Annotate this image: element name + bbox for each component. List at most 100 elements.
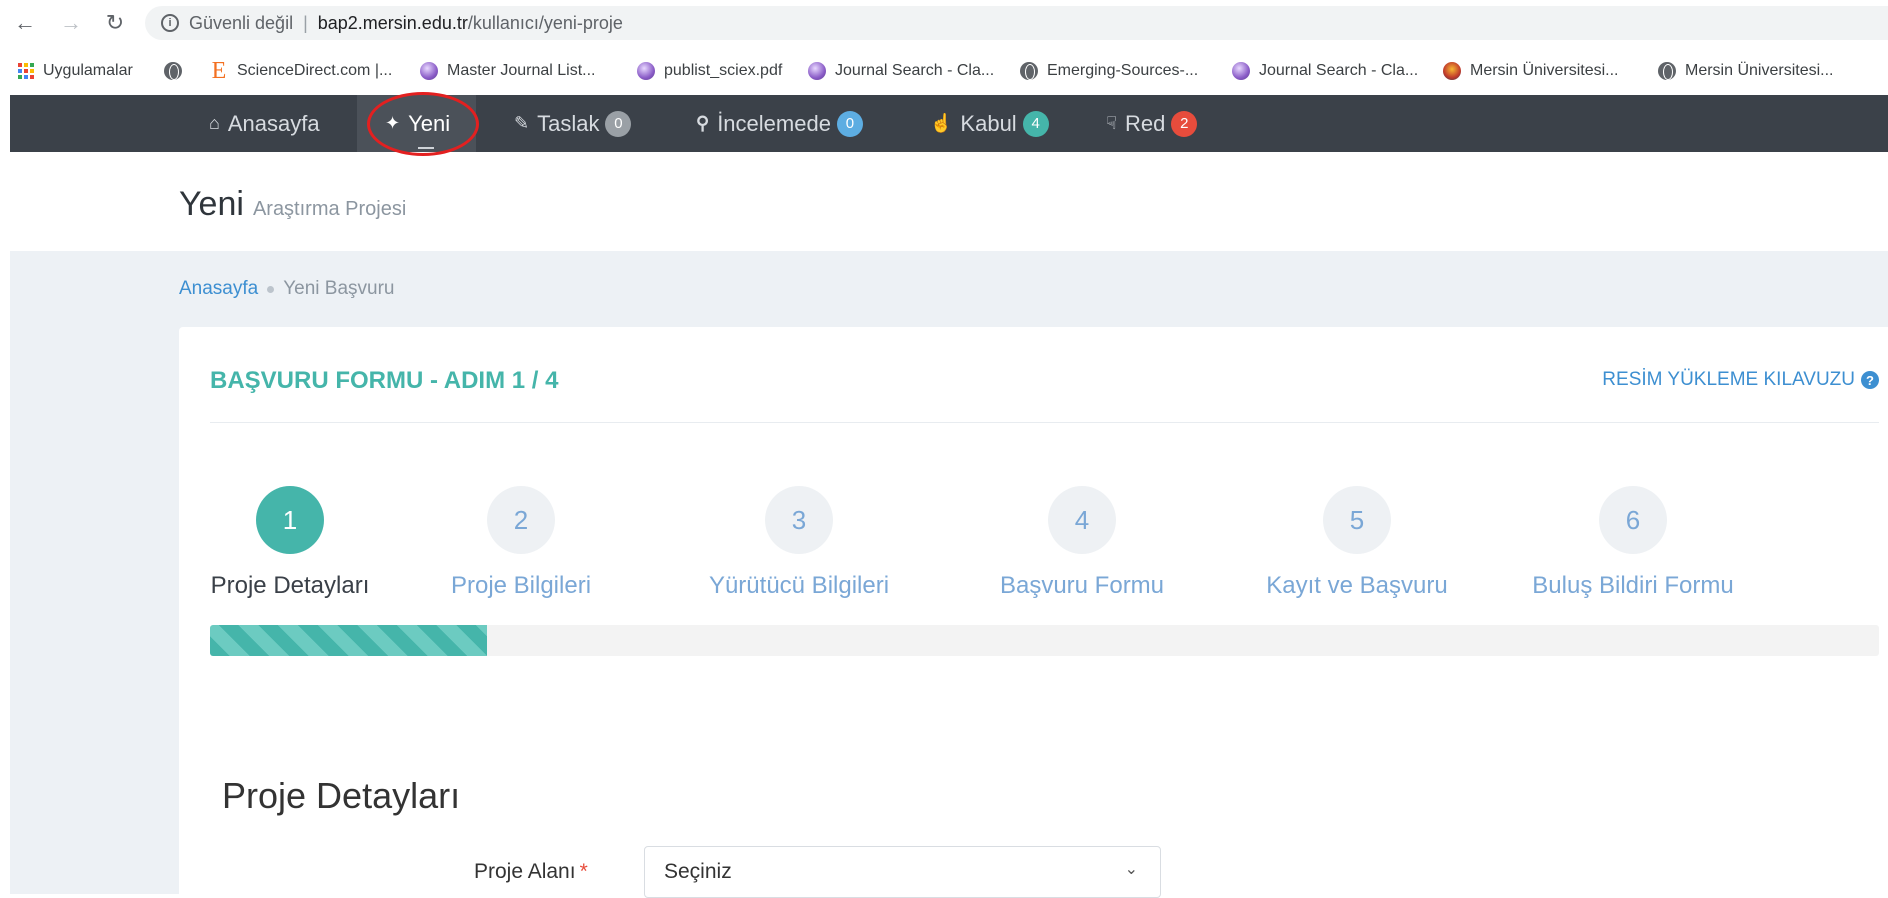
bookmark-publist[interactable]: publist_sciex.pdf xyxy=(637,57,782,85)
progress-fill xyxy=(210,625,488,656)
step-label: Buluş Bildiri Formu xyxy=(1532,572,1734,599)
page-title-main: Yeni xyxy=(179,185,244,223)
guide-link-label: RESİM YÜKLEME KILAVUZU xyxy=(1602,369,1855,390)
page-title: Yeni Araştırma Projesi xyxy=(179,185,406,224)
bookmark-label: Mersin Üniversitesi... xyxy=(1685,62,1834,79)
step-label: Başvuru Formu xyxy=(999,572,1165,599)
review-count-badge: 0 xyxy=(836,110,863,137)
accepted-count-badge: 4 xyxy=(1022,110,1049,137)
address-separator: | xyxy=(303,12,308,33)
wizard-step-5[interactable]: 5 Kayıt ve Başvuru xyxy=(1227,486,1487,600)
draft-count-badge: 0 xyxy=(605,110,632,137)
nav-rejected[interactable]: ☟ Red 2 xyxy=(1106,95,1198,152)
nav-review-label: İncelemede xyxy=(717,110,831,136)
globe-icon xyxy=(1020,62,1038,80)
security-status[interactable]: Güvenli değil xyxy=(189,13,293,34)
nav-accepted[interactable]: ☝ Kabul 4 xyxy=(930,95,1049,152)
bookmark-label: Journal Search - Cla... xyxy=(835,62,995,79)
page-subtitle: Araştırma Projesi xyxy=(252,198,407,220)
bookmark-label: publist_sciex.pdf xyxy=(664,62,783,79)
globe-icon xyxy=(164,62,182,80)
nav-review[interactable]: ⚲ İncelemede 0 xyxy=(696,95,863,152)
image-upload-guide-link[interactable]: RESİM YÜKLEME KILAVUZU ? xyxy=(1602,369,1879,391)
project-area-label: Proje Alanı * xyxy=(474,860,588,884)
globe-icon xyxy=(1658,62,1676,80)
apps-grid-icon xyxy=(18,63,34,79)
step-number: 1 xyxy=(256,486,324,554)
bookmark-journal-search-1[interactable]: Journal Search - Cla... xyxy=(808,57,994,85)
search-icon: ⚲ xyxy=(696,113,710,133)
elsevier-e-icon: E xyxy=(211,57,227,84)
wizard-step-2[interactable]: 2 Proje Bilgileri xyxy=(391,486,651,600)
bookmarks-bar: Uygulamalar E ScienceDirect.com |... Mas… xyxy=(0,47,1888,95)
nav-accepted-label: Kabul xyxy=(960,110,1017,136)
form-title: BAŞVURU FORMU - ADIM 1 / 4 xyxy=(210,367,559,394)
wizard-progress-bar xyxy=(210,625,1879,656)
wizard-step-3[interactable]: 3 Yürütücü Bilgileri xyxy=(669,486,929,600)
main-navigation: ⌂ Anasayfa ✦ Yeni ✎ Taslak 0 ⚲ İncelemed… xyxy=(10,95,1888,152)
reload-icon[interactable]: ↻ xyxy=(100,8,130,38)
step-label: Yürütücü Bilgileri xyxy=(708,572,890,599)
clarivate-ball-icon xyxy=(1232,62,1250,80)
info-icon[interactable]: i xyxy=(161,14,179,32)
wizard-step-1[interactable]: 1 Proje Detayları xyxy=(160,486,420,600)
mersin-logo-icon xyxy=(1443,62,1461,80)
application-form-card: BAŞVURU FORMU - ADIM 1 / 4 RESİM YÜKLEME… xyxy=(179,327,1888,898)
clarivate-ball-icon xyxy=(637,62,655,80)
step-number: 5 xyxy=(1323,486,1391,554)
step-number: 2 xyxy=(487,486,555,554)
clarivate-ball-icon xyxy=(808,62,826,80)
section-title: Proje Detayları xyxy=(222,775,461,816)
home-icon: ⌂ xyxy=(209,113,220,133)
thumbs-up-icon: ☝ xyxy=(930,113,953,133)
bookmark-label: Emerging-Sources-... xyxy=(1047,62,1199,79)
bookmark-label: Journal Search - Cla... xyxy=(1259,62,1419,79)
breadcrumb-home-link[interactable]: Anasayfa xyxy=(179,278,258,300)
chevron-down-icon: ⌄ xyxy=(1124,861,1138,878)
step-label: Proje Bilgileri xyxy=(450,572,592,599)
nav-draft[interactable]: ✎ Taslak 0 xyxy=(514,95,632,152)
breadcrumb-current: Yeni Başvuru xyxy=(283,278,395,299)
thumbs-down-icon: ☟ xyxy=(1106,113,1117,133)
select-value: Seçiniz xyxy=(664,860,732,883)
nav-rejected-label: Red xyxy=(1124,110,1166,136)
rejected-count-badge: 2 xyxy=(1171,110,1198,137)
step-number: 4 xyxy=(1048,486,1116,554)
bookmark-globe[interactable] xyxy=(164,57,191,85)
bookmark-apps[interactable]: Uygulamalar xyxy=(18,57,133,85)
divider xyxy=(210,422,1879,423)
breadcrumb: Anasayfa Yeni Başvuru xyxy=(179,278,395,300)
step-number: 3 xyxy=(765,486,833,554)
browser-toolbar: ← → ↻ i Güvenli değil | bap2.mersin.edu.… xyxy=(0,0,1888,47)
breadcrumb-separator xyxy=(267,285,275,293)
url-host[interactable]: bap2.mersin.edu.tr xyxy=(318,13,468,34)
bookmark-mersin-2[interactable]: Mersin Üniversitesi... xyxy=(1658,57,1833,85)
bookmark-label: Uygulamalar xyxy=(43,62,133,79)
field-label-text: Proje Alanı xyxy=(474,860,576,883)
address-bar[interactable]: i Güvenli değil | bap2.mersin.edu.tr/kul… xyxy=(145,6,1888,40)
back-arrow-icon[interactable]: ← xyxy=(10,8,40,38)
bookmark-label: Mersin Üniversitesi... xyxy=(1470,62,1619,79)
step-label: Kayıt ve Başvuru xyxy=(1266,572,1448,599)
step-label: Proje Detayları xyxy=(210,572,370,599)
step-number: 6 xyxy=(1599,486,1667,554)
bookmark-master-journal-list[interactable]: Master Journal List... xyxy=(420,57,596,85)
bookmark-journal-search-2[interactable]: Journal Search - Cla... xyxy=(1232,57,1418,85)
edit-icon: ✎ xyxy=(514,113,530,133)
bookmark-mersin-1[interactable]: Mersin Üniversitesi... xyxy=(1443,57,1618,85)
bookmark-sciencedirect[interactable]: E ScienceDirect.com |... xyxy=(210,57,393,85)
clarivate-ball-icon xyxy=(420,62,438,80)
nav-home-label: Anasayfa xyxy=(227,110,320,136)
nav-draft-label: Taslak xyxy=(537,110,600,136)
wizard-step-4[interactable]: 4 Başvuru Formu xyxy=(952,486,1212,600)
nav-home[interactable]: ⌂ Anasayfa xyxy=(209,95,320,152)
wizard-step-6[interactable]: 6 Buluş Bildiri Formu xyxy=(1503,486,1763,600)
forward-arrow-icon[interactable]: → xyxy=(56,8,86,38)
annotation-circle xyxy=(367,92,479,156)
project-area-select[interactable]: Seçiniz ⌄ xyxy=(644,846,1161,898)
question-circle-icon: ? xyxy=(1861,371,1879,389)
url-path[interactable]: /kullanıcı/yeni-proje xyxy=(468,13,623,34)
bookmark-label: Master Journal List... xyxy=(447,62,596,79)
bookmark-label: ScienceDirect.com |... xyxy=(237,62,393,79)
bookmark-emerging-sources[interactable]: Emerging-Sources-... xyxy=(1020,57,1198,85)
